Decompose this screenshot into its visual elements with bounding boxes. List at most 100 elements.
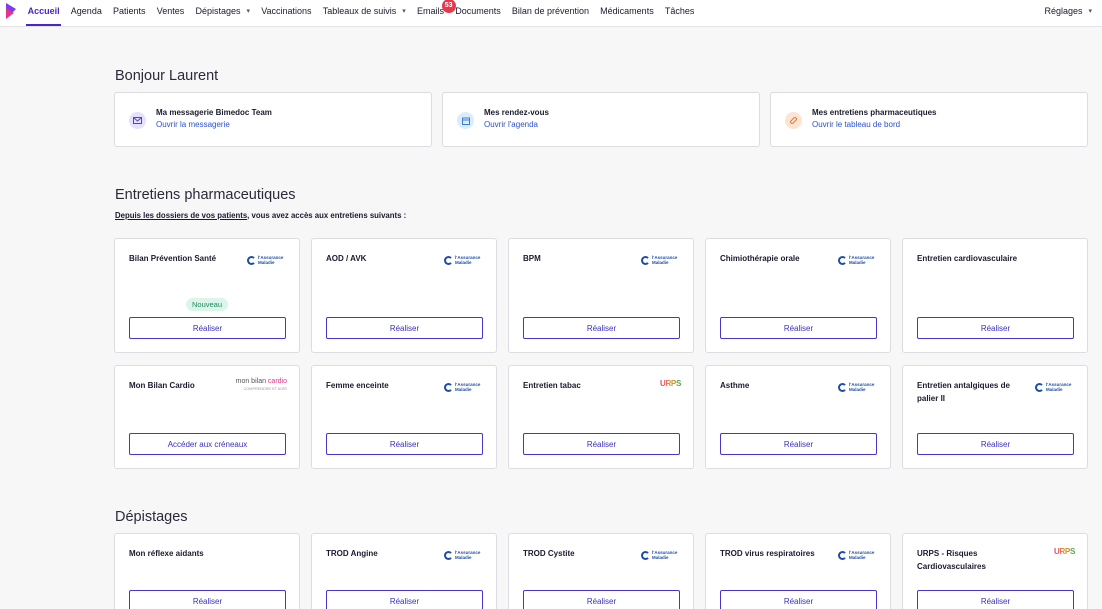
nav-item-label: Vaccinations	[261, 6, 312, 16]
depistages-card: TROD Cystite l'Assurance Maladie Réaliser	[508, 533, 694, 609]
entretiens-card: Femme enceinte l'Assurance Maladie Réaliser	[311, 365, 497, 469]
entretiens-card: Bilan Prévention Santé l'Assurance Maladie…	[114, 238, 300, 353]
depistages-card: TROD Angine l'Assurance Maladie Réaliser	[311, 533, 497, 609]
nav-item-ventes[interactable]: Ventes	[151, 0, 190, 26]
assurance-maladie-swirl	[444, 255, 453, 265]
assurance-maladie-wordmark: l'Assurance Maladie	[258, 255, 283, 265]
assurance-maladie-logo: l'Assurance Maladie	[641, 547, 681, 563]
realiser-button[interactable]: Réaliser	[523, 590, 680, 609]
card-title: Asthme	[720, 381, 750, 390]
messaging-card-title: Ma messagerie Bimedoc Team	[156, 108, 272, 117]
assurance-maladie-logo: l'Assurance Maladie	[1035, 379, 1075, 395]
access-slots-button[interactable]: Accéder aux créneaux	[129, 433, 286, 455]
chevron-down-icon: ▾	[402, 8, 406, 15]
logo-tagline: COMPRENDRE ET AGIR	[243, 387, 287, 391]
nav-item-depistages[interactable]: Dépistages ▾	[190, 0, 256, 26]
assurance-maladie-swirl	[641, 255, 650, 265]
assurance-maladie-logo: l'Assurance Maladie	[444, 379, 484, 395]
urps-wordmark: URPS	[659, 379, 681, 388]
nav-item-label: Documents	[455, 6, 501, 16]
assurance-maladie-logo: l'Assurance Maladie	[444, 547, 484, 563]
chevron-down-icon: ▾	[246, 8, 250, 15]
calendar-icon	[457, 112, 474, 129]
realiser-button[interactable]: Réaliser	[326, 317, 483, 339]
settings-menu[interactable]: Réglages ▾	[1044, 0, 1092, 23]
assurance-maladie-line2: Maladie	[258, 260, 275, 265]
assurance-maladie-swirl	[838, 550, 847, 560]
entretiens-section-title: Entretiens pharmaceutiques	[115, 187, 296, 203]
realiser-button[interactable]: Réaliser	[720, 317, 877, 339]
nav-item-tableaux-de-suivis[interactable]: Tableaux de suivis ▾	[317, 0, 411, 26]
realiser-button[interactable]: Réaliser	[917, 433, 1074, 455]
realiser-button[interactable]: Réaliser	[129, 317, 286, 339]
card-title: Mon réflexe aidants	[129, 549, 204, 558]
assurance-maladie-swirl	[444, 382, 453, 392]
greeting-title: Bonjour Laurent	[115, 68, 219, 84]
new-badge: Nouveau	[186, 298, 229, 311]
card-title: Entretien cardiovasculaire	[917, 254, 1018, 263]
realiser-button[interactable]: Réaliser	[917, 590, 1074, 609]
assurance-maladie-wordmark: l'Assurance Maladie	[455, 382, 480, 392]
bimedoc-logo[interactable]	[4, 2, 18, 20]
open-dashboard-link[interactable]: Ouvrir le tableau de bord	[812, 120, 900, 129]
assurance-maladie-logo: l'Assurance Maladie	[641, 252, 681, 268]
card-title: BPM	[523, 254, 541, 263]
nav-item-emails[interactable]: Emails 53	[411, 0, 456, 26]
assurance-maladie-line2: Maladie	[849, 387, 866, 392]
nav-item-agenda[interactable]: Agenda	[65, 0, 107, 26]
urps-logo: URPS	[1035, 547, 1075, 563]
realiser-button[interactable]: Réaliser	[326, 433, 483, 455]
nav-item-label: Agenda	[70, 6, 102, 16]
assurance-maladie-swirl	[838, 255, 847, 265]
realiser-button[interactable]: Réaliser	[129, 590, 286, 609]
nav-item-label: Patients	[113, 6, 146, 16]
assurance-maladie-wordmark: l'Assurance Maladie	[849, 255, 874, 265]
card-title: URPS - Risques Cardiovasculaires	[917, 549, 986, 571]
entretiens-card: Chimiothérapie orale l'Assurance Maladie Ré…	[705, 238, 891, 353]
open-messaging-link[interactable]: Ouvrir la messagerie	[156, 120, 230, 129]
assurance-maladie-line2: Maladie	[849, 260, 866, 265]
realiser-button[interactable]: Réaliser	[523, 433, 680, 455]
settings-label: Réglages	[1044, 6, 1083, 16]
nav-item-taches[interactable]: Tâches	[659, 0, 700, 26]
chevron-down-icon: ▾	[1088, 8, 1092, 15]
pharma-interviews-card[interactable]: Mes entretiens pharmaceutiques Ouvrir le…	[770, 92, 1088, 147]
nav-item-bilan-de-prevention[interactable]: Bilan de prévention	[506, 0, 594, 26]
nav-item-documents[interactable]: Documents	[450, 0, 507, 26]
nav-item-accueil[interactable]: Accueil	[22, 0, 65, 26]
nav-item-label: Tableaux de suivis	[322, 6, 397, 16]
assurance-maladie-wordmark: l'Assurance Maladie	[652, 255, 677, 265]
assurance-maladie-wordmark: l'Assurance Maladie	[849, 550, 874, 560]
depistages-card: URPS - Risques Cardiovasculaires URPS Réal…	[902, 533, 1088, 609]
assurance-maladie-wordmark: l'Assurance Maladie	[1046, 382, 1071, 392]
assurance-maladie-line2: Maladie	[455, 387, 472, 392]
nav-item-vaccinations[interactable]: Vaccinations	[256, 0, 318, 26]
entretiens-card: Entretien antalgiques de palier II l'Assu…	[902, 365, 1088, 469]
entretiens-card: Asthme l'Assurance Maladie Réaliser	[705, 365, 891, 469]
logo-text-part1: mon bilan	[235, 378, 268, 385]
realiser-button[interactable]: Réaliser	[720, 590, 877, 609]
logo-text-part2: cardio	[267, 378, 287, 385]
realiser-button[interactable]: Réaliser	[720, 433, 877, 455]
open-agenda-link[interactable]: Ouvrir l'agenda	[484, 120, 538, 129]
realiser-button[interactable]: Réaliser	[326, 590, 483, 609]
patient-files-link[interactable]: Depuis les dossiers de vos patients	[115, 211, 247, 220]
entretiens-subtitle-rest: , vous avez accès aux entretiens suivant…	[247, 211, 407, 220]
assurance-maladie-swirl	[641, 550, 650, 560]
realiser-button[interactable]: Réaliser	[917, 317, 1074, 339]
messaging-card[interactable]: Ma messagerie Bimedoc Team Ouvrir la mes…	[114, 92, 432, 147]
nav-item-medicaments[interactable]: Médicaments	[595, 0, 660, 26]
card-title: Femme enceinte	[326, 381, 389, 390]
main-nav: Accueil Agenda Patients Ventes Dépistages ▾ Va…	[22, 0, 700, 26]
urps-logo: URPS	[641, 379, 681, 395]
nav-item-patients[interactable]: Patients	[107, 0, 151, 26]
entretiens-subtitle: Depuis les dossiers de vos patients, vou…	[115, 211, 406, 220]
nav-item-label: Emails	[417, 6, 445, 16]
realiser-button[interactable]: Réaliser	[523, 317, 680, 339]
nav-item-label: Bilan de prévention	[511, 6, 589, 16]
pharma-interviews-card-title: Mes entretiens pharmaceutiques	[812, 108, 937, 117]
card-title: AOD / AVK	[326, 254, 367, 263]
depistages-section-title: Dépistages	[115, 509, 188, 525]
nav-item-label: Tâches	[664, 6, 695, 16]
appointments-card[interactable]: Mes rendez-vous Ouvrir l'agenda	[442, 92, 760, 147]
